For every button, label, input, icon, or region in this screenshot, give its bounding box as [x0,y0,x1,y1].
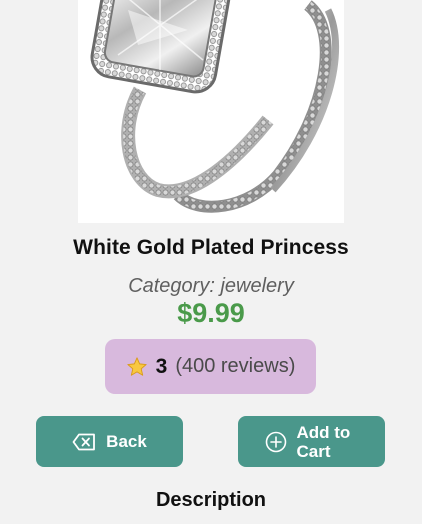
add-to-cart-label: Add to Cart [296,422,351,461]
back-button-label: Back [106,432,147,451]
add-to-cart-button[interactable]: Add to Cart [238,416,385,467]
product-title: White Gold Plated Princess [73,236,349,259]
rating-badge: 3 (400 reviews) [105,339,316,394]
product-detail-screen: White Gold Plated Princess Category: jew… [0,0,422,524]
backspace-icon [72,433,96,451]
description-heading: Description [155,489,267,511]
product-price: $9.99 [177,298,245,328]
rating-value: 3 [155,354,168,378]
plus-circle-icon [265,431,287,453]
star-icon [126,356,148,378]
product-category: Category: jewelery [128,275,294,297]
review-count: (400 reviews) [175,355,296,377]
back-button[interactable]: Back [36,416,183,467]
product-image [78,0,344,223]
